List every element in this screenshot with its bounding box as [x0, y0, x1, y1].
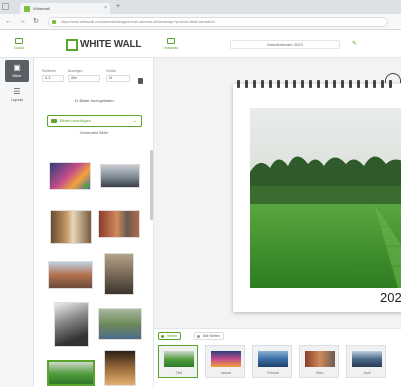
window-menu-icon[interactable]	[2, 3, 9, 10]
image-thumbnail[interactable]	[104, 253, 134, 295]
url-text: https://www.whitewall.com/calendar/desig…	[61, 20, 215, 24]
used-check-icon	[84, 183, 89, 188]
app-window: Whitewall × + ← → ↻ https://www.whitewal…	[0, 0, 401, 387]
rice-field-photo	[250, 108, 401, 288]
size-select[interactable]: M	[106, 75, 130, 82]
lock-icon	[52, 20, 56, 24]
preview-label: Vorschau	[163, 46, 179, 50]
image-thumbnail[interactable]	[104, 350, 136, 386]
sort-select[interactable]: A-Z	[42, 75, 64, 82]
trash-icon[interactable]	[138, 78, 143, 84]
favicon-icon	[24, 6, 30, 12]
app-toolbar: Zurück WHITE WALL Vorschau Wandkalender …	[0, 30, 401, 58]
usage-link[interactable]: Verwendete Bilder	[34, 131, 153, 135]
page-thumb-label: Februar	[266, 371, 280, 375]
calendar-page[interactable]: 2024	[233, 73, 401, 312]
spiral-binding	[237, 80, 401, 90]
page-thumb-label: April	[363, 371, 371, 375]
preview-button[interactable]: Vorschau	[160, 38, 182, 50]
browser-tab-title: Whitewall	[33, 6, 51, 11]
all-pages-dot-icon	[197, 335, 200, 338]
image-thumbnail[interactable]	[48, 261, 93, 289]
upload-count: 11 Bilder hochgeladen	[74, 98, 114, 103]
page-thumb-february[interactable]: Februar	[252, 345, 292, 378]
page-thumb-label: März	[316, 371, 324, 375]
rail-item-layouts[interactable]: ☰ Layouts	[5, 84, 29, 106]
back-arrow-icon[interactable]: ←	[5, 17, 12, 27]
filter-label: Anzeigen	[68, 69, 83, 73]
page-strip: Seiten Alle Seiten Titel Januar Februar …	[154, 328, 401, 387]
rail-item-images[interactable]: ▣ Bilder	[5, 60, 29, 82]
page-thumb-march[interactable]: März	[299, 345, 339, 378]
page-thumb-image	[211, 351, 241, 367]
page-thumb-april[interactable]: April	[346, 345, 386, 378]
address-bar: ← → ↻ https://www.whitewall.com/calendar…	[0, 14, 401, 30]
back-label: Zurück	[13, 46, 25, 50]
page-thumb-label: Titel	[175, 371, 183, 375]
page-thumb-label: Januar	[220, 371, 232, 375]
back-icon	[15, 38, 23, 44]
add-images-label: Bilder hinzufügen	[60, 118, 91, 123]
logo-text: WHITE WALL	[80, 39, 142, 50]
project-name-field[interactable]: Wandkalender 2024	[230, 40, 340, 49]
page-thumb-image	[305, 351, 335, 367]
image-thumbnail-selected[interactable]	[47, 360, 95, 386]
logo-mark-icon	[66, 38, 78, 51]
url-field[interactable]: https://www.whitewall.com/calendar/desig…	[48, 17, 388, 27]
calendar-year: 2024	[380, 290, 401, 305]
tab-all-pages[interactable]: Alle Seiten	[194, 332, 224, 340]
page-thumb-image	[352, 351, 382, 367]
image-thumbnail[interactable]	[50, 210, 92, 244]
rail-item-layouts-label: Layouts	[10, 98, 24, 102]
page-thumb-title[interactable]: Titel	[158, 345, 198, 378]
forward-arrow-icon[interactable]: →	[19, 17, 26, 27]
image-thumbnail[interactable]	[54, 302, 89, 347]
filter-select[interactable]: Alle	[68, 75, 100, 82]
pencil-icon[interactable]: ✎	[352, 41, 357, 48]
calendar-photo[interactable]	[250, 108, 401, 288]
pages-dot-icon	[161, 335, 164, 338]
sort-label: Sortieren	[42, 69, 57, 73]
reload-icon[interactable]: ↻	[33, 17, 39, 27]
rail-item-images-label: Bilder	[12, 74, 22, 78]
browser-tab[interactable]: Whitewall ×	[20, 3, 110, 14]
image-icon: ▣	[13, 63, 21, 72]
size-label: Größe	[106, 69, 116, 73]
tab-pages[interactable]: Seiten	[158, 332, 181, 340]
image-thumbnail[interactable]	[98, 210, 140, 238]
chevron-down-icon: ⌄	[132, 118, 137, 124]
layout-icon: ☰	[13, 87, 21, 96]
page-thumb-image	[258, 351, 288, 367]
preview-icon	[167, 38, 175, 44]
image-panel: Sortieren A-Z Anzeigen Alle Größe M 11 B…	[34, 58, 154, 387]
upload-icon	[51, 119, 57, 123]
browser-tab-bar: Whitewall × +	[0, 0, 401, 14]
page-thumb-january[interactable]: Januar	[205, 345, 245, 378]
page-thumb-image	[164, 351, 194, 367]
image-thumbnail[interactable]	[100, 164, 140, 188]
panel-scrollbar[interactable]	[150, 150, 153, 220]
tab-pages-label: Seiten	[167, 334, 177, 338]
add-images-button[interactable]: Bilder hinzufügen ⌄	[47, 115, 142, 127]
tab-all-pages-label: Alle Seiten	[203, 334, 220, 338]
image-thumbnail[interactable]	[98, 308, 142, 340]
whitewall-logo: WHITE WALL	[66, 38, 142, 51]
close-tab-icon[interactable]: ×	[104, 3, 107, 14]
back-button[interactable]: Zurück	[9, 38, 29, 50]
new-tab-icon[interactable]: +	[116, 3, 120, 11]
image-thumbnail[interactable]	[49, 162, 91, 190]
side-rail: ▣ Bilder ☰ Layouts	[0, 58, 34, 387]
